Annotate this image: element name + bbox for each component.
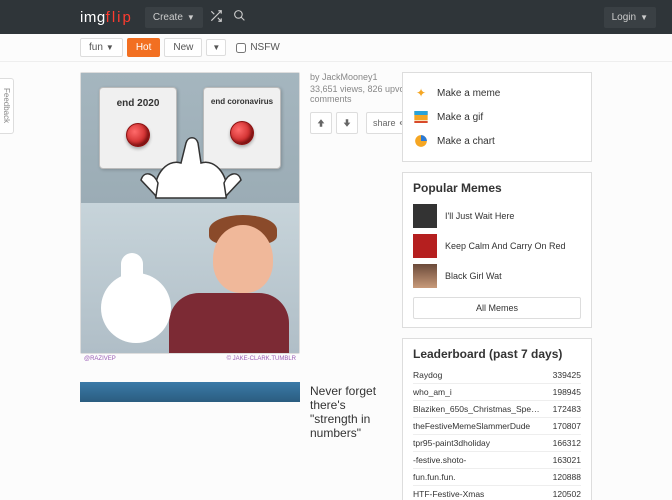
feedback-tab[interactable]: Feedback xyxy=(0,78,14,134)
make-chart-label: Make a chart xyxy=(437,136,495,147)
popular-meme-1-label: Keep Calm And Carry On Red xyxy=(445,241,566,252)
popular-meme-0[interactable]: I'll Just Wait Here xyxy=(413,201,581,231)
meme-thumb xyxy=(413,234,437,258)
leaderboard-sub: (past 7 days) xyxy=(489,347,562,361)
sig-right: © JAKE-CLARK.TUMBLR xyxy=(227,356,296,362)
leaderboard-row[interactable]: theFestiveMemeSlammerDude 170807 xyxy=(413,418,581,435)
sparkle-icon: ✦ xyxy=(413,85,429,101)
upvote-button[interactable] xyxy=(310,112,332,134)
leaderboard-row[interactable]: HTF-Festive-Xmas 120502 xyxy=(413,486,581,500)
popular-memes-box: Popular Memes I'll Just Wait Here Keep C… xyxy=(402,172,592,328)
caret-down-icon: ▼ xyxy=(212,43,220,52)
filter-more[interactable]: ▼ xyxy=(206,39,226,56)
make-meme-label: Make a meme xyxy=(437,88,500,99)
leader-name: theFestiveMemeSlammerDude xyxy=(413,421,530,431)
by-prefix: by xyxy=(310,72,320,82)
make-gif[interactable]: Make a gif xyxy=(413,105,581,129)
leader-name: HTF-Festive-Xmas xyxy=(413,489,484,499)
leader-score: 172483 xyxy=(553,404,581,414)
filter-hot[interactable]: Hot xyxy=(127,38,161,57)
leaderboard-row[interactable]: Blaziken_650s_Christmas_Spe… 172483 xyxy=(413,401,581,418)
leaderboard-row[interactable]: tpr95-paint3dholiday 166312 xyxy=(413,435,581,452)
leader-score: 339425 xyxy=(553,370,581,380)
leader-score: 198945 xyxy=(553,387,581,397)
popular-meme-2-label: Black Girl Wat xyxy=(445,271,502,282)
logo[interactable]: imgflip xyxy=(80,9,133,26)
leader-name: tpr95-paint3dholiday xyxy=(413,438,490,448)
nsfw-checkbox[interactable] xyxy=(236,43,246,53)
caret-down-icon: ▼ xyxy=(187,13,195,22)
post2-thumb[interactable] xyxy=(80,382,300,402)
leader-name: who_am_i xyxy=(413,387,452,397)
post2-title[interactable]: Never forget there's "strength in number… xyxy=(310,382,388,440)
make-gif-label: Make a gif xyxy=(437,112,483,123)
leaderboard-row[interactable]: who_am_i 198945 xyxy=(413,384,581,401)
login-label: Login xyxy=(612,12,636,23)
leaderboard-box: Leaderboard (past 7 days) Raydog 339425 wh… xyxy=(402,338,592,500)
nsfw-label: NSFW xyxy=(250,42,279,53)
search-icon[interactable] xyxy=(233,9,246,25)
leader-name: fun.fun.fun. xyxy=(413,472,456,482)
leader-score: 120888 xyxy=(553,472,581,482)
caret-down-icon: ▼ xyxy=(106,43,114,52)
meme-thumb xyxy=(413,204,437,228)
meme-image[interactable]: end 2020 end coronavirus xyxy=(80,72,300,364)
popular-meme-2[interactable]: Black Girl Wat xyxy=(413,261,581,291)
post-author[interactable]: JackMooney1 xyxy=(322,72,378,82)
stream-selector[interactable]: fun ▼ xyxy=(80,38,123,57)
leader-score: 170807 xyxy=(553,421,581,431)
logo-flip: flip xyxy=(106,9,133,26)
sig-left: @RAZIVEP xyxy=(84,356,116,362)
logo-img: img xyxy=(80,9,106,26)
downvote-button[interactable] xyxy=(336,112,358,134)
nsfw-toggle[interactable]: NSFW xyxy=(236,42,279,53)
leader-score: 166312 xyxy=(553,438,581,448)
popular-meme-0-label: I'll Just Wait Here xyxy=(445,211,514,222)
gif-icon xyxy=(413,109,429,125)
leaderboard-row[interactable]: Raydog 339425 xyxy=(413,367,581,384)
leaderboard-title: Leaderboard (past 7 days) xyxy=(413,347,581,361)
meme-button-left-text: end 2020 xyxy=(100,98,176,109)
leader-name: Raydog xyxy=(413,370,442,380)
shuffle-icon[interactable] xyxy=(209,9,223,26)
leader-name: Blaziken_650s_Christmas_Spe… xyxy=(413,404,540,414)
create-label: Create xyxy=(153,12,183,23)
caret-down-icon: ▼ xyxy=(640,13,648,22)
create-button[interactable]: Create ▼ xyxy=(145,7,203,28)
meme-thumb xyxy=(413,264,437,288)
make-chart[interactable]: Make a chart xyxy=(413,129,581,153)
chart-icon xyxy=(413,133,429,149)
make-box: ✦ Make a meme Make a gif Make a chart xyxy=(402,72,592,162)
popular-meme-1[interactable]: Keep Calm And Carry On Red xyxy=(413,231,581,261)
leader-name: -festive.shoto- xyxy=(413,455,466,465)
leader-score: 163021 xyxy=(553,455,581,465)
share-label: share xyxy=(373,118,396,128)
leaderboard-row[interactable]: -festive.shoto- 163021 xyxy=(413,452,581,469)
stream-label: fun xyxy=(89,42,103,53)
meme-hand-icon xyxy=(136,128,246,208)
leader-score: 120502 xyxy=(553,489,581,499)
filter-new[interactable]: New xyxy=(164,38,202,57)
popular-title: Popular Memes xyxy=(413,181,581,195)
leaderboard-row[interactable]: fun.fun.fun. 120888 xyxy=(413,469,581,486)
all-memes-button[interactable]: All Memes xyxy=(413,297,581,319)
make-meme[interactable]: ✦ Make a meme xyxy=(413,81,581,105)
meme-button-right-text: end coronavirus xyxy=(204,98,280,107)
login-button[interactable]: Login ▼ xyxy=(604,7,656,28)
